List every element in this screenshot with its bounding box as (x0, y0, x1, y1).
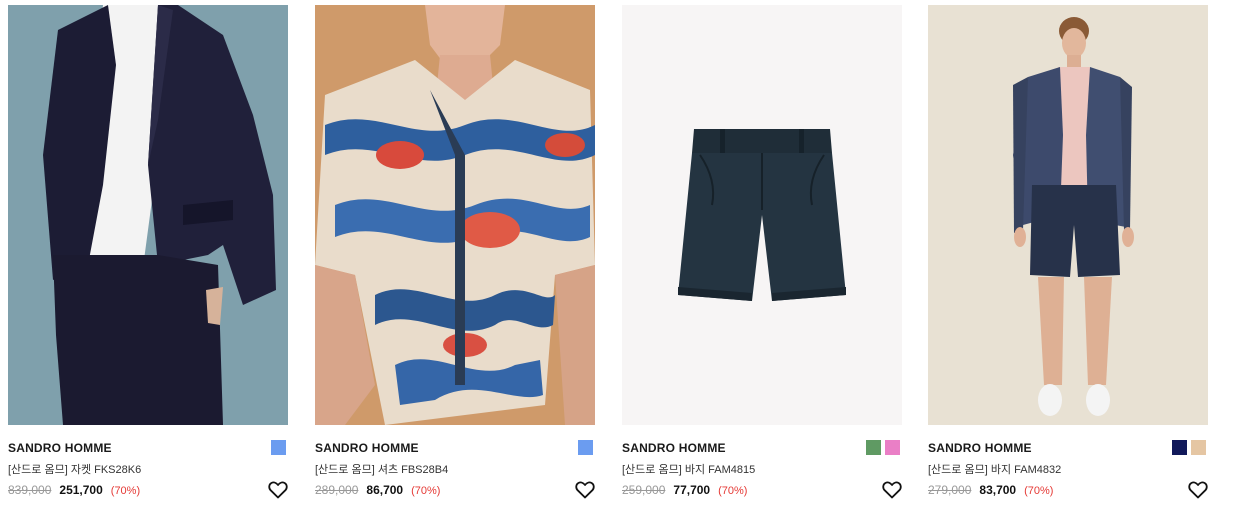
price-row: 279,000 83,700 (70%) (928, 483, 1053, 497)
discount-rate: (70%) (718, 485, 748, 497)
brand-name: SANDRO HOMME (928, 441, 1032, 455)
color-swatches (1172, 440, 1206, 455)
print-shirt-model-photo (315, 5, 595, 425)
product-grid: SANDRO HOMME [산드로 옴므] 자켓 FKS28K6 839,000… (0, 0, 1236, 518)
product-name[interactable]: [산드로 옴므] 자켓 FKS28K6 (8, 461, 141, 477)
discount-rate: (70%) (1024, 485, 1054, 497)
product-image[interactable] (928, 5, 1208, 425)
color-swatch[interactable] (1191, 440, 1206, 455)
color-swatches (271, 440, 286, 455)
shorts-product-photo (622, 5, 902, 425)
color-swatches (866, 440, 900, 455)
product-image[interactable] (315, 5, 595, 425)
color-swatch[interactable] (1172, 440, 1187, 455)
product-name[interactable]: [산드로 옴므] 바지 FAM4832 (928, 461, 1061, 477)
sale-price: 83,700 (979, 483, 1017, 497)
sale-price: 251,700 (59, 483, 103, 497)
product-card[interactable]: SANDRO HOMME [산드로 옴므] 셔츠 FBS28B4 289,000… (315, 5, 595, 510)
color-swatch[interactable] (578, 440, 593, 455)
price-row: 839,000 251,700 (70%) (8, 483, 140, 497)
sale-price: 86,700 (366, 483, 404, 497)
color-swatch[interactable] (885, 440, 900, 455)
brand-name: SANDRO HOMME (622, 441, 726, 455)
product-card[interactable]: SANDRO HOMME [산드로 옴므] 바지 FAM4832 279,000… (928, 5, 1208, 510)
product-image[interactable] (622, 5, 902, 425)
blazer-shorts-model-photo (928, 5, 1208, 425)
product-card[interactable]: SANDRO HOMME [산드로 옴므] 바지 FAM4815 259,000… (622, 5, 902, 510)
original-price: 289,000 (315, 483, 359, 497)
product-image[interactable] (8, 5, 288, 425)
brand-name: SANDRO HOMME (315, 441, 419, 455)
brand-name: SANDRO HOMME (8, 441, 112, 455)
original-price: 259,000 (622, 483, 666, 497)
heart-outline-icon[interactable] (882, 481, 902, 499)
product-card[interactable]: SANDRO HOMME [산드로 옴므] 자켓 FKS28K6 839,000… (8, 5, 288, 510)
color-swatch[interactable] (866, 440, 881, 455)
product-name[interactable]: [산드로 옴므] 셔츠 FBS28B4 (315, 461, 448, 477)
original-price: 279,000 (928, 483, 972, 497)
heart-outline-icon[interactable] (575, 481, 595, 499)
color-swatches (578, 440, 593, 455)
product-name[interactable]: [산드로 옴므] 바지 FAM4815 (622, 461, 755, 477)
original-price: 839,000 (8, 483, 52, 497)
price-row: 289,000 86,700 (70%) (315, 483, 440, 497)
heart-outline-icon[interactable] (1188, 481, 1208, 499)
color-swatch[interactable] (271, 440, 286, 455)
discount-rate: (70%) (411, 485, 441, 497)
suit-model-photo (8, 5, 288, 425)
discount-rate: (70%) (110, 485, 141, 497)
price-row: 259,000 77,700 (70%) (622, 483, 747, 497)
heart-outline-icon[interactable] (268, 481, 288, 499)
sale-price: 77,700 (673, 483, 711, 497)
